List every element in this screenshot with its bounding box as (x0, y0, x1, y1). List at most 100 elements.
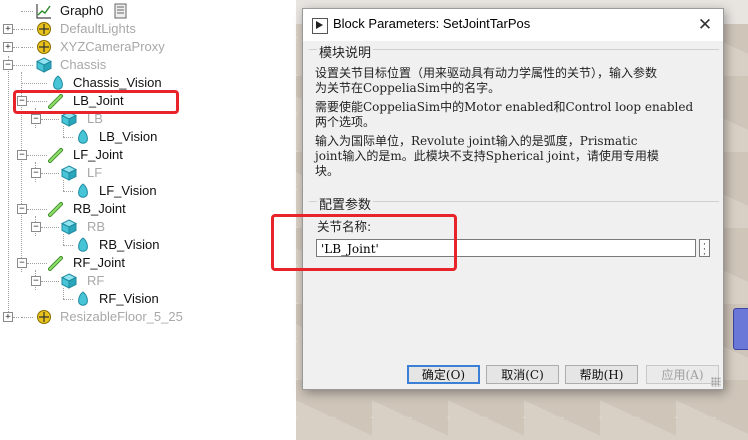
apply-button[interactable]: 应用(A) (646, 365, 719, 384)
tree-item-label: RF (87, 273, 105, 288)
joint-icon (48, 148, 63, 163)
tree-connector (41, 119, 59, 120)
tree-connector (63, 137, 73, 138)
dialog-title: Block Parameters: SetJointTarPos (333, 16, 531, 31)
cube-shape-icon (61, 273, 77, 289)
close-button[interactable]: ✕ (693, 13, 717, 37)
dummy-object-icon (37, 40, 51, 54)
tree-connector (21, 317, 33, 318)
description-line: 设置关节目标位置（用来驱动具有动力学属性的关节），输入参数 (315, 66, 658, 80)
tree-item-label: RB_Vision (99, 237, 160, 252)
tree-item-rb-vision[interactable]: RB_Vision (0, 236, 296, 254)
tree-item-rb[interactable]: − RB (0, 218, 296, 236)
tree-connector (13, 65, 33, 66)
tree-item-label: LF_Joint (73, 147, 123, 162)
parameter-menu-button[interactable]: · · · (699, 239, 710, 260)
tree-connector (13, 317, 19, 318)
tree-item-rf-vision[interactable]: RF_Vision (0, 290, 296, 308)
tree-item-label: RB (87, 219, 106, 234)
tree-item-xyzcameraproxy[interactable]: + XYZCameraProxy (0, 38, 296, 56)
collapse-icon[interactable]: − (3, 60, 13, 70)
tree-connector (63, 245, 73, 246)
block-parameters-dialog: Block Parameters: SetJointTarPos ✕ 模块说明 … (302, 8, 724, 390)
description-line: 输入为国际单位，Revolute joint输入的是弧度，Prismatic (315, 134, 638, 148)
tree-item-lf-vision[interactable]: LF_Vision (0, 182, 296, 200)
tree-item-label: XYZCameraProxy (60, 39, 165, 54)
collapse-icon[interactable]: − (31, 114, 41, 124)
tree-item-label: ResizableFloor_5_25 (60, 309, 183, 324)
graph-icon (36, 4, 51, 19)
collapse-icon[interactable]: − (31, 222, 41, 232)
scene-hierarchy[interactable]: Graph0 + DefaultLights + XYZCameraProxy … (0, 0, 296, 440)
tree-item-graph0[interactable]: Graph0 (0, 2, 296, 20)
script-icon[interactable] (113, 3, 129, 19)
convex-shape-icon (78, 129, 88, 144)
tree-connector (63, 299, 73, 300)
tree-item-lb-vision[interactable]: LB_Vision (0, 128, 296, 146)
help-button[interactable]: 帮助(H) (565, 365, 638, 384)
tree-connector (27, 209, 47, 210)
tree-connector (21, 83, 47, 84)
tree-item-label: RB_Joint (73, 201, 126, 216)
tree-item-label: RF_Joint (73, 255, 126, 270)
collapse-icon[interactable]: − (17, 258, 27, 268)
convex-shape-icon (78, 183, 88, 198)
description-line: 为关节在CoppeliaSim中的名字。 (315, 81, 501, 95)
tree-connector (21, 11, 33, 12)
tree-item-label: RF_Vision (99, 291, 159, 306)
joint-icon (48, 256, 63, 271)
joint-icon (48, 202, 63, 217)
description-line: 两个选项。 (315, 115, 376, 129)
highlight-annotation (271, 214, 457, 271)
cube-shape-icon (36, 57, 52, 73)
expand-icon[interactable]: + (3, 42, 13, 52)
tree-item-lf[interactable]: − LF (0, 164, 296, 182)
collapse-icon[interactable]: − (31, 276, 41, 286)
tree-connector (41, 227, 59, 228)
config-group-title: 配置参数 (317, 194, 374, 213)
tree-connector (41, 281, 59, 282)
highlight-annotation (13, 90, 179, 114)
cancel-button[interactable]: 取消(C) (486, 365, 559, 384)
tree-item-defaultlights[interactable]: + DefaultLights (0, 20, 296, 38)
tree-item-label: Chassis (60, 57, 107, 72)
tree-item-rb-joint[interactable]: − RB_Joint (0, 200, 296, 218)
tree-item-label: LF (87, 165, 103, 180)
tree-item-rf-joint[interactable]: − RF_Joint (0, 254, 296, 272)
description-line: 块。 (315, 164, 340, 178)
tree-item-label: Graph0 (60, 3, 104, 18)
tree-item-lf-joint[interactable]: − LF_Joint (0, 146, 296, 164)
collapse-icon[interactable]: − (31, 168, 41, 178)
collapse-icon[interactable]: − (17, 204, 27, 214)
tree-item-resizablefloor[interactable]: + ResizableFloor_5_25 (0, 308, 296, 326)
collapse-icon[interactable]: − (17, 150, 27, 160)
expand-icon[interactable]: + (3, 24, 13, 34)
tree-connector (27, 263, 47, 264)
tree-item-label: LF_Vision (99, 183, 157, 198)
convex-shape-icon (78, 291, 88, 306)
tree-item-label: DefaultLights (60, 21, 136, 36)
tree-connector (27, 155, 47, 156)
cube-shape-icon (61, 219, 77, 235)
dummy-object-icon (37, 22, 51, 36)
dummy-object-icon (37, 310, 51, 324)
convex-shape-icon (78, 237, 88, 252)
tree-connector (13, 29, 19, 30)
tree-connector (21, 29, 33, 30)
dialog-titlebar[interactable]: Block Parameters: SetJointTarPos ✕ (303, 9, 723, 41)
tree-connector (13, 47, 19, 48)
tree-connector (63, 191, 73, 192)
description-group-title: 模块说明 (317, 42, 374, 61)
tree-item-rf[interactable]: − RF (0, 272, 296, 290)
tree-item-chassis[interactable]: − Chassis (0, 56, 296, 74)
robot-model[interactable] (733, 308, 748, 350)
expand-icon[interactable]: + (3, 312, 13, 322)
resize-grip[interactable] (711, 377, 721, 387)
simulink-block-icon (312, 18, 328, 34)
ok-button[interactable]: 确定(O) (407, 365, 480, 384)
description-line: 需要使能CoppeliaSim中的Motor enabled和Control l… (315, 100, 694, 114)
convex-shape-icon (53, 75, 63, 90)
description-text: 设置关节目标位置（用来驱动具有动力学属性的关节），输入参数 为关节在Coppel… (315, 66, 713, 179)
description-line: joint输入的是m。此模块不支持Spherical joint，请使用专用模 (315, 149, 659, 163)
tree-item-label: LB_Vision (99, 129, 158, 144)
